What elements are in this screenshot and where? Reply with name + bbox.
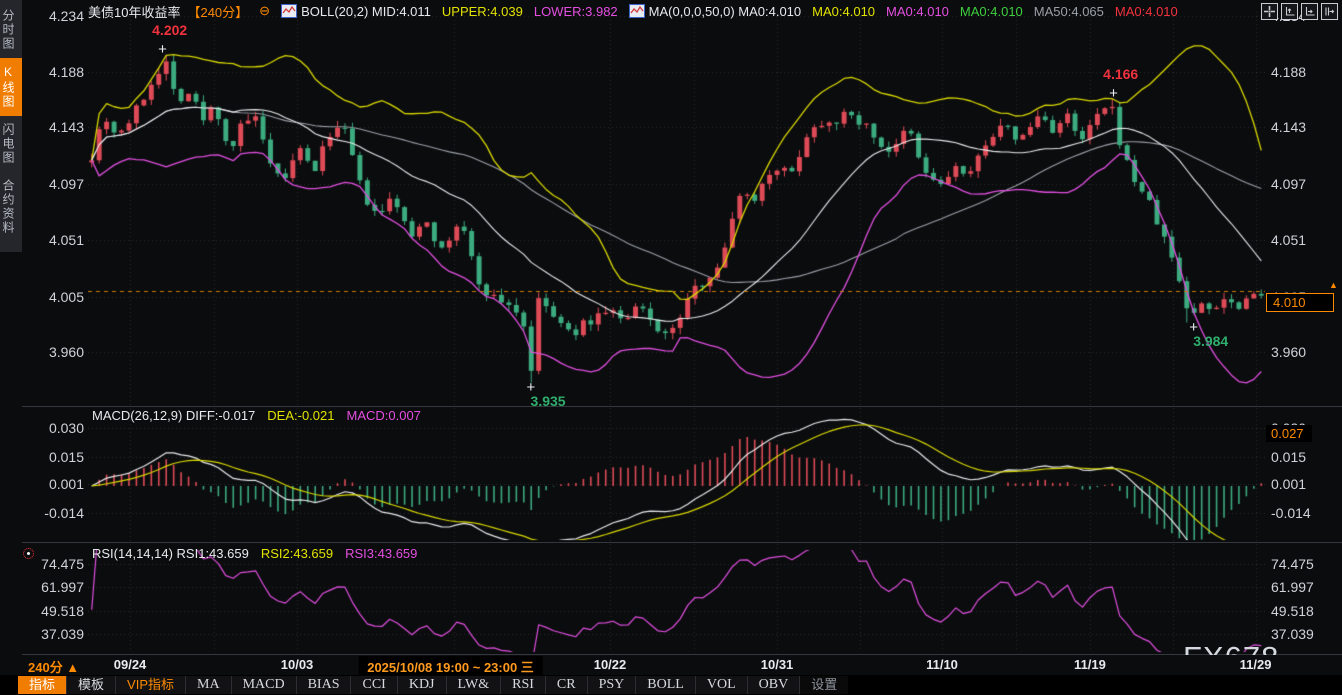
window-controls (1261, 3, 1338, 20)
y-axis-label: 0.030 (22, 420, 84, 436)
indicator-readout: RSI3:43.659 (345, 546, 417, 561)
x-axis-label: 10/22 (594, 657, 627, 672)
toolbar-item-OBV[interactable]: OBV (747, 676, 800, 694)
y-axis-label: 4.097 (1271, 176, 1306, 192)
y-axis-label: 0.001 (1271, 476, 1306, 492)
minus-circle-icon[interactable]: ⊖ (259, 3, 270, 19)
toolbar-item-模板[interactable]: 模板 (66, 676, 115, 694)
toolbar-item-RSI[interactable]: RSI (500, 676, 545, 694)
toolbar-item-VOL[interactable]: VOL (695, 676, 747, 694)
indicator-readout: MACD:0.007 (346, 408, 420, 423)
sidebar: 分时图K线图闪电图合约资料 (0, 0, 22, 655)
y-axis-label: -0.014 (22, 505, 84, 521)
y-axis-label: 4.051 (1271, 232, 1306, 248)
sidebar-tab-闪电图[interactable]: 闪电图 (0, 116, 22, 172)
indicator-readout: RSI(14,14,14) RSI1:43.659 (92, 546, 249, 561)
y-axis-label: 49.518 (22, 603, 84, 619)
chart-header: 美债10年收益率 【240分】 ⊖ BOLL(20,2) MID:4.011 UP… (88, 0, 1212, 22)
y-axis-label: 0.015 (22, 449, 84, 465)
x-axis-label: 09/24 (114, 657, 147, 672)
axis-zoom-horizontal-icon[interactable] (1301, 3, 1318, 20)
toolbar-item-PSY[interactable]: PSY (587, 676, 636, 694)
interval-tag: 【240分】 (187, 2, 248, 21)
indicator-readout: MA(0,0,0,50,0) MA0:4.010 (649, 4, 801, 19)
x-axis-row: 240分 ▲ 2025/10/08 19:00 ~ 23:00 三 09/24 1… (0, 655, 1342, 675)
x-axis-label: 11/19 (1074, 657, 1106, 672)
y-axis-label: 4.051 (22, 232, 84, 248)
sidebar-tab-K线图[interactable]: K线图 (0, 58, 22, 116)
y-axis-label: 61.997 (1271, 579, 1314, 595)
indicator-readout: DEA:-0.021 (267, 408, 334, 423)
y-axis-label: 3.960 (1271, 344, 1306, 360)
y-axis-label: 74.475 (22, 556, 84, 572)
price-up-arrow-icon: ▲ (1329, 280, 1338, 290)
mini-chart-icon (629, 4, 645, 18)
y-axis-label: 3.960 (22, 344, 84, 360)
indicator-readout: LOWER:3.982 (534, 4, 618, 19)
y-axis-label: 74.475 (1271, 556, 1314, 572)
crosshair-icon[interactable] (1261, 3, 1278, 20)
sidebar-tab-分时图[interactable]: 分时图 (0, 2, 22, 58)
pan-right-icon[interactable] (1321, 3, 1338, 20)
y-axis-label: 4.143 (22, 119, 84, 135)
macd-value-badge: 0.027 (1266, 425, 1312, 442)
interval-selector[interactable]: 240分 ▲ (28, 657, 79, 676)
sidebar-tab-合约资料[interactable]: 合约资料 (0, 172, 22, 242)
y-axis-label: 4.143 (1271, 119, 1306, 135)
rsi-pane-header: RSI(14,14,14) RSI1:43.659 RSI2:43.659 RSI3… (92, 546, 417, 561)
y-axis-label: 37.039 (22, 626, 84, 642)
indicator-toolbar: 指标模板VIP指标MAMACDBIASCCIKDJLW&RSICRPSYBOLL… (0, 675, 1342, 695)
indicator-readout: MA0:4.010 (886, 4, 949, 19)
crosshair-date-tooltip: 2025/10/08 19:00 ~ 23:00 三 (358, 656, 543, 677)
toolbar-item-CCI[interactable]: CCI (350, 676, 396, 694)
toolbar-item-LW&[interactable]: LW& (446, 676, 501, 694)
y-axis-label: 4.188 (1271, 64, 1306, 80)
indicator-readout: RSI2:43.659 (261, 546, 333, 561)
axis-zoom-vertical-icon[interactable] (1281, 3, 1298, 20)
toolbar-item-VIP指标[interactable]: VIP指标 (115, 676, 185, 694)
indicator-readout: MA0:4.010 (1115, 4, 1178, 19)
mini-chart-icon (281, 4, 297, 18)
indicator-readout: MA0:4.010 (960, 4, 1023, 19)
current-price-badge: 4.010 (1266, 293, 1334, 312)
indicator-readout: MACD(26,12,9) DIFF:-0.017 (92, 408, 255, 423)
toolbar-item-指标[interactable]: 指标 (18, 676, 66, 694)
y-axis-label: 49.518 (1271, 603, 1314, 619)
page-title: 美债10年收益率 (88, 2, 180, 21)
trading-app: 分时图K线图闪电图合约资料 美债10年收益率 【240分】 ⊖ BOLL(20,… (0, 0, 1342, 695)
toolbar-item-CR[interactable]: CR (545, 676, 587, 694)
indicator-readout: UPPER:4.039 (442, 4, 523, 19)
x-axis-label: 10/31 (761, 657, 794, 672)
x-axis-label: 11/29 (1240, 657, 1272, 672)
y-axis-label: 4.188 (22, 64, 84, 80)
toolbar-item-MA[interactable]: MA (185, 676, 231, 694)
x-axis-label: 11/10 (926, 657, 958, 672)
toolbar-item-设置[interactable]: 设置 (799, 676, 848, 694)
indicator-readout: MA0:4.010 (812, 4, 875, 19)
y-axis-label: 4.097 (22, 176, 84, 192)
y-axis-label: 61.997 (22, 579, 84, 595)
indicator-readout: BOLL(20,2) MID:4.011 (301, 4, 431, 19)
y-axis-label: 4.234 (22, 8, 84, 24)
toolbar-item-KDJ[interactable]: KDJ (397, 676, 446, 694)
indicator-readout: MA50:4.065 (1034, 4, 1104, 19)
toolbar-item-MACD[interactable]: MACD (231, 676, 296, 694)
y-axis-label: 4.005 (22, 289, 84, 305)
y-axis-label: -0.014 (1271, 505, 1311, 521)
x-axis-label: 10/03 (281, 657, 314, 672)
toolbar-item-BIAS[interactable]: BIAS (296, 676, 351, 694)
y-axis-label: 0.015 (1271, 449, 1306, 465)
y-axis-label: 0.001 (22, 476, 84, 492)
macd-pane-header: MACD(26,12,9) DIFF:-0.017 DEA:-0.021 MACD:… (92, 408, 421, 423)
pane-separator (22, 406, 1342, 407)
pane-separator (22, 542, 1342, 543)
toolbar-item-BOLL[interactable]: BOLL (635, 676, 695, 694)
